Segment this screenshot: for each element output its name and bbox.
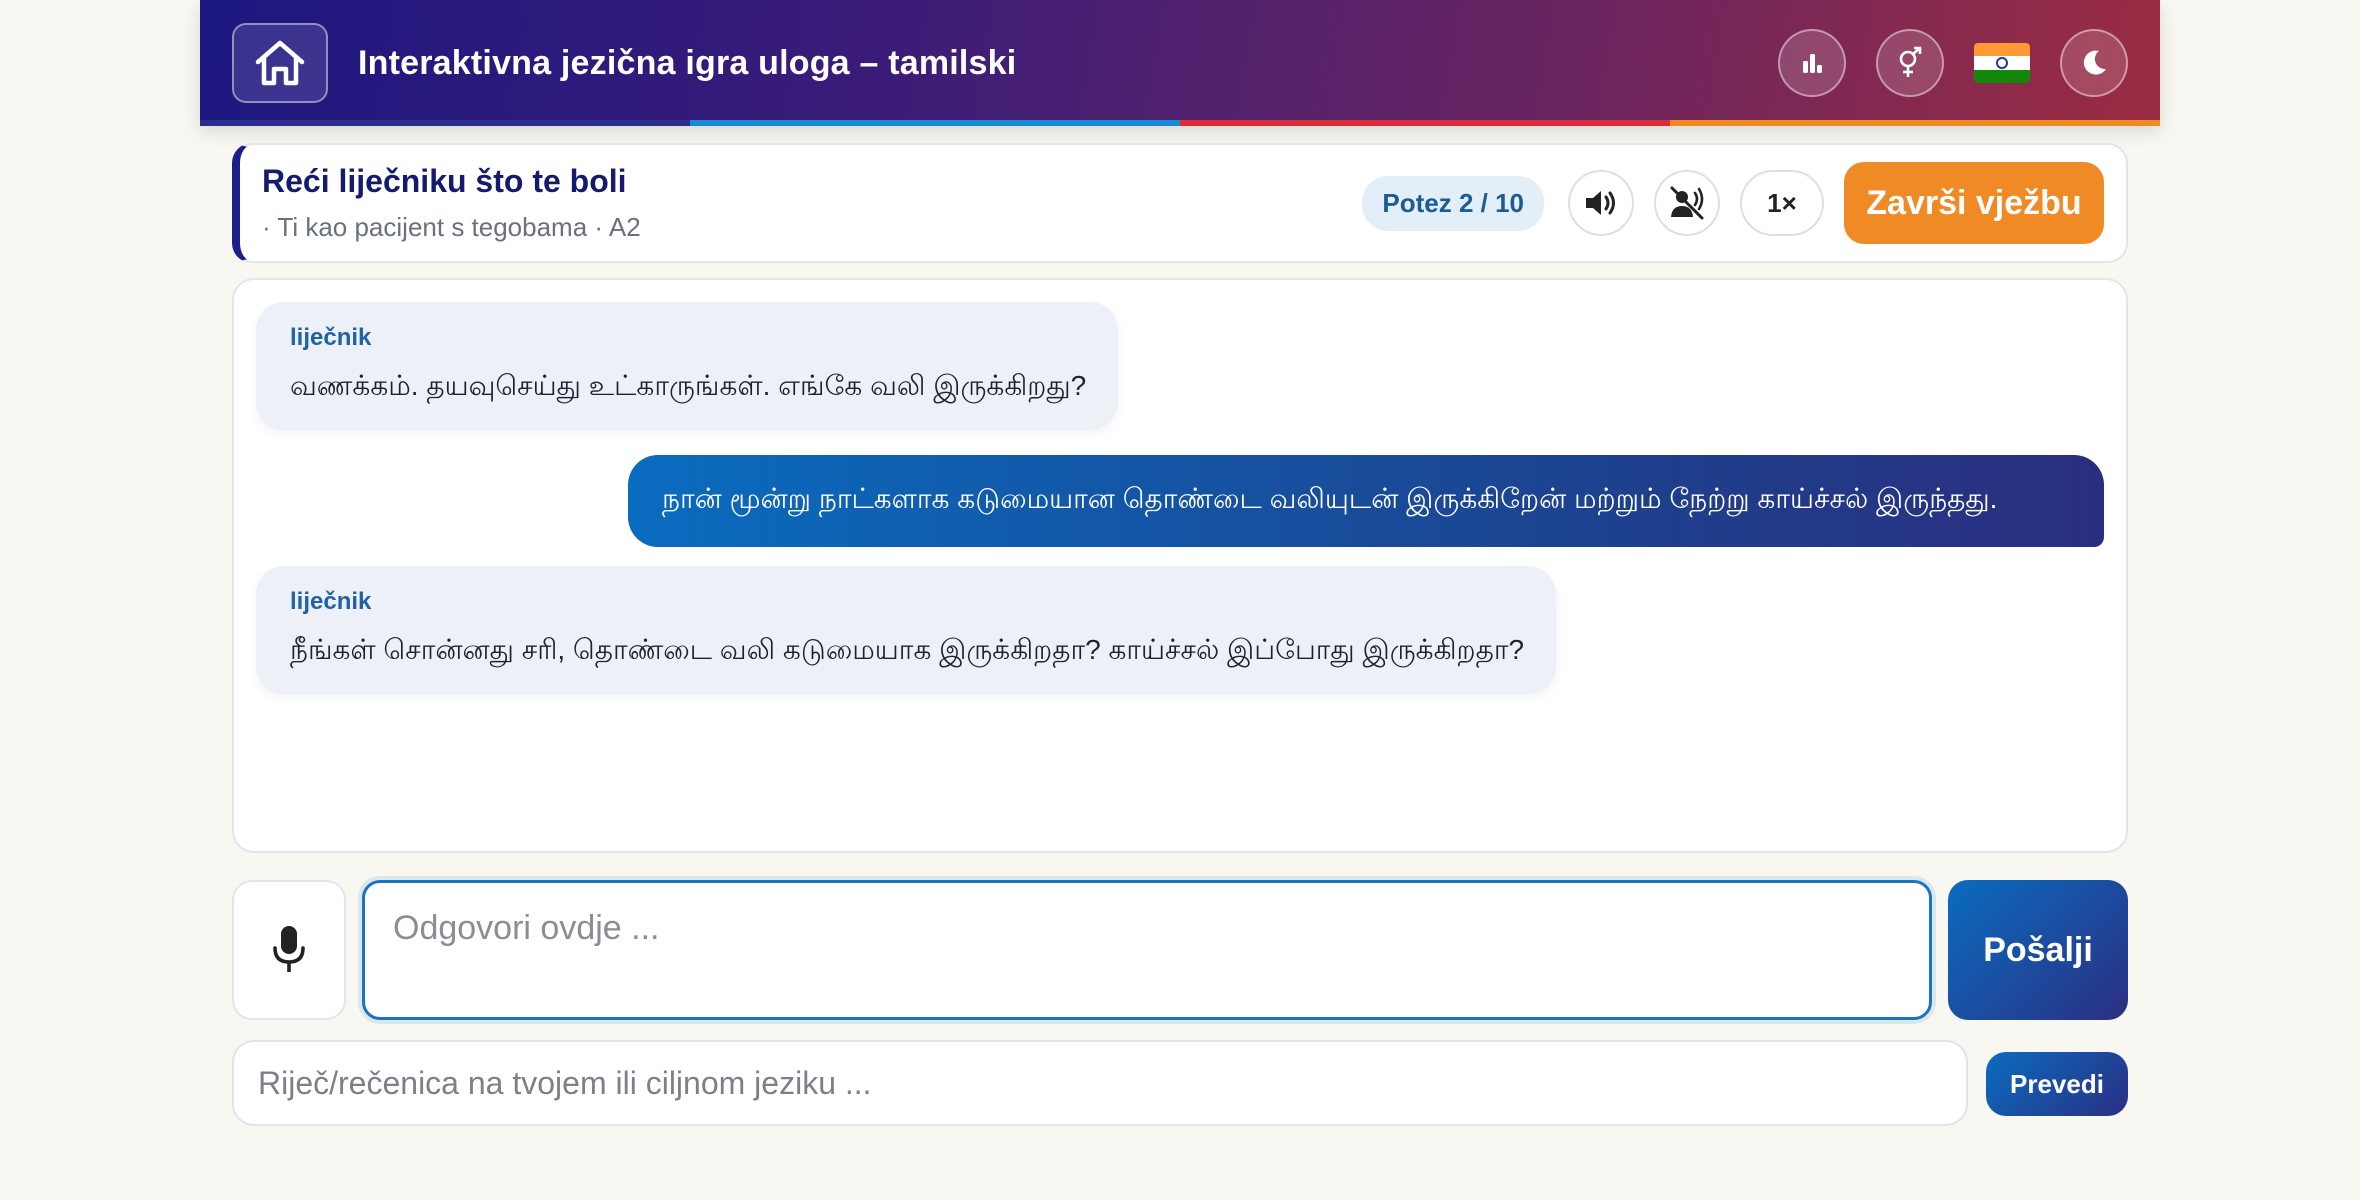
gender-icon	[1899, 46, 1922, 77]
scenario-actions: Potez 2 / 10 1× Završi vježbu	[1362, 162, 2104, 244]
reply-input[interactable]	[362, 880, 1932, 1020]
microphone-button[interactable]	[232, 880, 346, 1020]
home-icon	[255, 40, 305, 86]
moon-icon	[2083, 50, 2106, 75]
scenario-info: Reći liječniku što te boli · Ti kao paci…	[262, 163, 641, 243]
message-speaker: liječnik	[290, 324, 372, 351]
chat-panel: liječnik வணக்கம். தயவுசெய்து உட்காருங்கள…	[232, 278, 2128, 853]
app-container: Interaktivna jezična igra uloga – tamils…	[200, 0, 2160, 1126]
chat-message-bot: liječnik வணக்கம். தயவுசெய்து உட்காருங்கள…	[256, 302, 1119, 430]
chat-message-user: நான் மூன்று நாட்களாக கடுமையான தொண்டை வலி…	[628, 455, 2104, 547]
chat-message-bot: liječnik நீங்கள் சொன்னது சரி, தொண்டை வலி…	[256, 566, 1557, 694]
gender-button[interactable]	[1876, 29, 1944, 97]
send-button[interactable]: Pošalji	[1948, 880, 2128, 1020]
voice-off-icon	[1670, 186, 1704, 220]
stats-button[interactable]	[1778, 29, 1846, 97]
translate-input[interactable]	[232, 1040, 1968, 1126]
auto-speech-toggle[interactable]	[1654, 170, 1720, 236]
translate-button[interactable]: Prevedi	[1986, 1052, 2128, 1116]
header-color-stripe	[200, 120, 2160, 126]
turn-counter: Potez 2 / 10	[1362, 175, 1544, 231]
finish-exercise-button[interactable]: Završi vježbu	[1844, 162, 2104, 244]
ashoka-chakra-icon	[1996, 57, 2008, 69]
message-text: வணக்கம். தயவுசெய்து உட்காருங்கள். எங்கே …	[290, 370, 1087, 401]
home-button[interactable]	[232, 23, 328, 103]
speaker-icon	[1586, 191, 1615, 215]
microphone-icon	[273, 926, 305, 972]
message-speaker: liječnik	[290, 588, 372, 615]
scenario-title: Reći liječniku što te boli	[262, 163, 627, 199]
message-text: நீங்கள் சொன்னது சரி, தொண்டை வலி கடுமையாக…	[290, 634, 1525, 665]
india-flag-icon[interactable]	[1974, 43, 2030, 83]
stats-icon	[1803, 54, 1822, 73]
header-actions	[1778, 29, 2128, 97]
scenario-card: Reći liječniku što te boli · Ti kao paci…	[232, 143, 2128, 263]
dark-mode-toggle[interactable]	[2060, 29, 2128, 97]
speaker-button[interactable]	[1568, 170, 1634, 236]
app-header: Interaktivna jezična igra uloga – tamils…	[200, 0, 2160, 126]
speed-button[interactable]: 1×	[1740, 170, 1824, 236]
scenario-subtitle: · Ti kao pacijent s tegobama · A2	[262, 212, 641, 242]
app-title: Interaktivna jezična igra uloga – tamils…	[358, 43, 1017, 82]
